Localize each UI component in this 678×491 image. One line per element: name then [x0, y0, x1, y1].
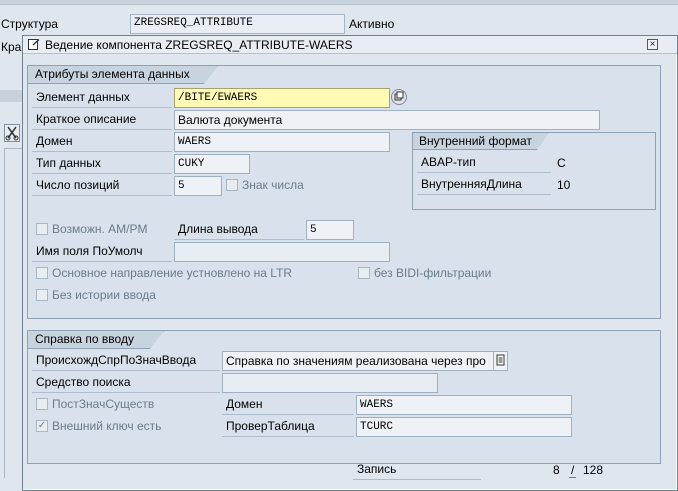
data-element-attributes-group: Атрибуты элемента данных Элемент данных …	[27, 65, 661, 319]
no-bidi-label: без BIDI-фильтрации	[374, 266, 492, 280]
short-description-field[interactable]: Валюта документа	[174, 110, 600, 130]
output-length-label: Длина вывода	[174, 220, 304, 240]
structure-label: Структура	[1, 17, 58, 31]
input-help-domain-field[interactable]: WAERS	[356, 395, 572, 415]
internal-length-label: ВнутренняяДлина	[417, 175, 551, 195]
default-field-name-input[interactable]	[174, 242, 390, 262]
internal-format-title: Внутренний формат	[413, 133, 549, 150]
ltr-checkbox[interactable]	[36, 267, 48, 279]
dialog-title-bar: Ведение компонента ZREGSREQ_ATTRIBUTE-WA…	[23, 36, 677, 54]
record-total: 128	[583, 463, 604, 477]
data-type-field[interactable]: CUKY	[174, 154, 250, 174]
input-help-origin-value: Справка по значениям реализована через п…	[226, 354, 486, 368]
value-help-button[interactable]	[391, 89, 407, 105]
no-history-label: Без истории ввода	[52, 288, 156, 302]
sign-label: Знак числа	[242, 178, 304, 192]
check-table-label: ПроверТаблица	[222, 417, 354, 437]
background-table-edge	[4, 148, 22, 478]
input-help-origin-label: ПроисхождСпрПоЗначВвода	[32, 351, 220, 371]
search-help-label: Средство поиска	[32, 373, 220, 393]
display-object-icon	[394, 91, 404, 101]
scissors-icon	[5, 126, 19, 141]
lowercase-label: Возможн. AM/PM	[52, 222, 148, 236]
abap-type-value: C	[557, 156, 566, 170]
internal-format-group: Внутренний формат ABAP-тип C ВнутренняяД…	[412, 132, 656, 210]
dialog-title: Ведение компонента ZREGSREQ_ATTRIBUTE-WA…	[45, 38, 353, 52]
internal-length-value: 10	[557, 178, 571, 192]
data-type-label: Тип данных	[32, 154, 172, 174]
sign-checkbox[interactable]	[226, 179, 238, 191]
check-table-field[interactable]: TCURC	[356, 417, 572, 437]
input-help-group: Справка по вводу ПроисхождСпрПоЗначВвода…	[27, 330, 661, 464]
close-icon[interactable]: ×	[647, 39, 658, 50]
fixed-values-checkbox[interactable]	[36, 398, 48, 410]
data-element-label: Элемент данных	[32, 88, 172, 108]
background-toolbar-edge	[0, 0, 678, 5]
domain-label: Домен	[32, 132, 172, 152]
output-length-field[interactable]: 5	[306, 220, 354, 240]
record-label: Запись	[353, 460, 481, 480]
number-of-positions-field[interactable]: 5	[174, 176, 222, 196]
foreign-key-checkbox[interactable]: ✓	[36, 420, 48, 432]
data-element-input[interactable]: /BITE/EWAERS	[174, 88, 390, 108]
structure-name-field[interactable]: ZREGSREQ_ATTRIBUTE	[130, 14, 345, 34]
field-maintenance-dialog: Ведение компонента ZREGSREQ_ATTRIBUTE-WA…	[22, 35, 678, 491]
no-bidi-checkbox[interactable]	[358, 267, 370, 279]
edit-window-icon	[28, 39, 40, 50]
record-current: 8	[553, 463, 560, 477]
list-dropdown-icon	[496, 354, 505, 366]
input-help-group-title: Справка по вводу	[28, 331, 164, 349]
input-help-origin-dropdown[interactable]: Справка по значениям реализована через п…	[222, 351, 508, 371]
short-text-label-fragment: Кра	[1, 40, 22, 54]
fixed-values-label: ПостЗначСуществ	[52, 397, 155, 411]
input-help-domain-label: Домен	[222, 395, 354, 415]
default-field-name-label: Имя поля ПоУмолч	[32, 242, 172, 262]
no-history-checkbox[interactable]	[36, 289, 48, 301]
short-description-label: Краткое описание	[32, 110, 172, 130]
activation-status: Активно	[349, 17, 395, 31]
foreign-key-label: Внешний ключ есть	[52, 419, 162, 433]
ltr-label: Основное направление устновлено на LTR	[52, 266, 293, 280]
search-help-field[interactable]	[222, 373, 438, 393]
attributes-group-title: Атрибуты элемента данных	[28, 66, 218, 84]
dropdown-button[interactable]	[493, 352, 507, 370]
lowercase-checkbox[interactable]	[36, 223, 48, 235]
record-separator: /	[569, 463, 577, 478]
abap-type-label: ABAP-тип	[417, 153, 551, 173]
background-tab-strip	[0, 90, 22, 102]
domain-field[interactable]: WAERS	[174, 132, 390, 152]
number-of-positions-label: Число позиций	[32, 176, 172, 196]
background-tool-button[interactable]	[4, 124, 20, 142]
